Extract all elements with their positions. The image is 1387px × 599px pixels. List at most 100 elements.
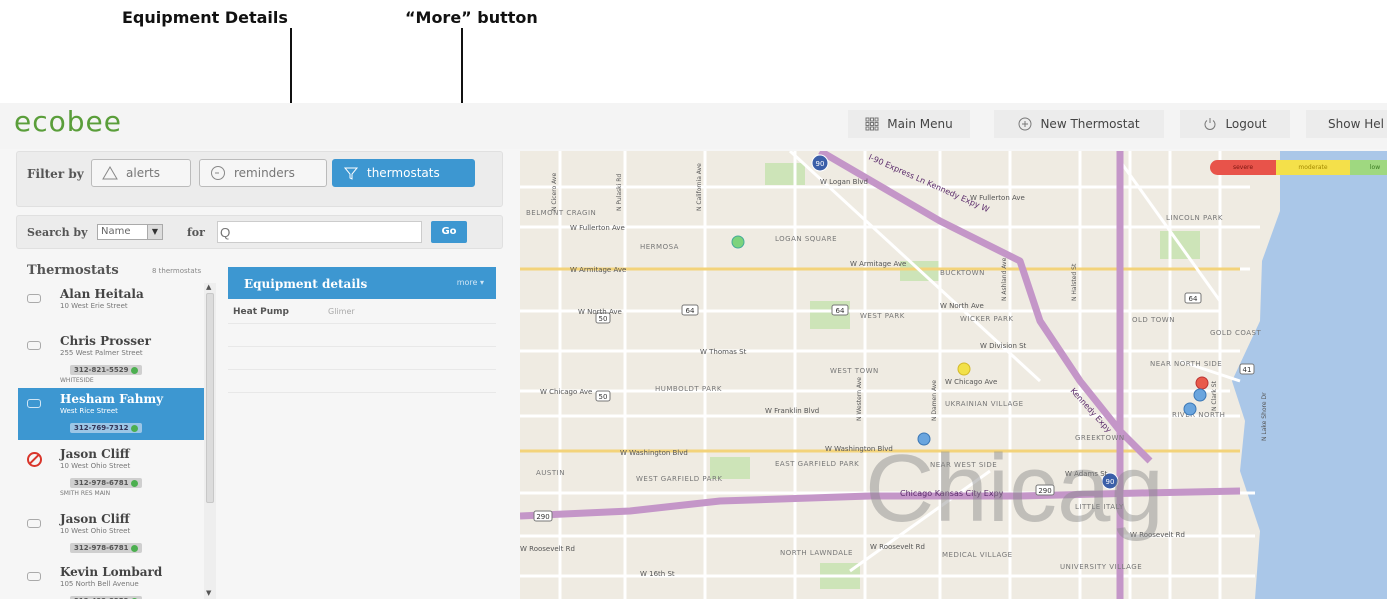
scrollbar-thumb[interactable] [206,293,214,503]
map-marker-green[interactable] [731,235,745,249]
search-for-label: for [187,226,205,239]
svg-text:W Fullerton Ave: W Fullerton Ave [570,224,625,232]
thermostat-address: 10 West Erie Street [60,302,128,310]
lake-michigan [1232,151,1387,599]
svg-text:WEST GARFIELD PARK: WEST GARFIELD PARK [636,475,722,483]
clock-icon [211,166,225,180]
svg-text:UKRAINIAN VILLAGE: UKRAINIAN VILLAGE [945,400,1024,408]
svg-text:I-90 Express Ln Kennedy Expy W: I-90 Express Ln Kennedy Expy W [867,153,990,215]
filter-panel: Filter by alerts reminders thermostats [16,151,503,207]
thermostat-list: Alan Heitala 10 West Erie Street Chris P… [18,283,204,599]
thermostat-name: Kevin Lombard [60,565,163,579]
equipment-details-title: Equipment details [244,277,368,291]
svg-text:W North Ave: W North Ave [578,308,622,316]
legend-severe: severe [1210,160,1276,175]
map-view[interactable]: 50 50 64 64 64 41 290 290 90 90 W Logan … [520,151,1387,599]
filter-alerts-button[interactable]: alerts [91,159,191,187]
severity-legend: severe moderate low [1210,160,1387,175]
online-status-icon [130,479,138,487]
show-help-button[interactable]: Show Hel [1306,110,1387,138]
svg-text:LOGAN SQUARE: LOGAN SQUARE [775,235,837,243]
thermostat-address: West Rice Street [60,407,118,415]
svg-text:W Division St: W Division St [980,342,1027,350]
filter-alerts-label: alerts [126,166,160,180]
go-button[interactable]: Go [431,221,467,243]
scroll-down-icon[interactable]: ▼ [206,589,211,597]
thermostat-item[interactable]: Alan Heitala 10 West Erie Street [18,283,204,329]
ecobee-app: ecobee Main Menu New Thermostat Logout S… [0,103,1387,599]
thermostat-icon [27,399,41,408]
thermostat-address: 105 North Bell Avenue [60,580,139,588]
scroll-up-icon[interactable]: ▲ [206,283,211,291]
map-marker-blue[interactable] [1193,388,1207,402]
svg-text:50: 50 [599,393,608,401]
map-canvas[interactable]: 50 50 64 64 64 41 290 290 90 90 W Logan … [520,151,1387,599]
svg-text:W Armitage Ave: W Armitage Ave [570,266,626,274]
thermostat-name: Jason Cliff [60,512,130,526]
annotation-equipment-details: Equipment Details [122,8,288,27]
thermostats-heading: Thermostats [27,263,119,278]
filter-reminders-button[interactable]: reminders [199,159,327,187]
logout-label: Logout [1225,117,1267,131]
thermostat-name: Jason Cliff [60,447,130,461]
svg-text:HUMBOLDT PARK: HUMBOLDT PARK [655,385,722,393]
equipment-row-empty [228,370,496,393]
equipment-row-empty [228,347,496,370]
map-marker-yellow[interactable] [957,362,971,376]
funnel-icon [343,167,359,180]
online-status-icon [130,366,138,374]
svg-text:BUCKTOWN: BUCKTOWN [940,269,985,277]
thermostat-item[interactable]: Chris Prosser 255 West Palmer Street 312… [18,330,204,388]
thermostat-item[interactable]: Jason Cliff 10 West Ohio Street 312-978-… [18,443,204,505]
svg-text:EAST GARFIELD PARK: EAST GARFIELD PARK [775,460,859,468]
new-thermostat-button[interactable]: New Thermostat [994,110,1164,138]
thermostat-item[interactable]: Kevin Lombard 105 North Bell Avenue 312-… [18,561,204,599]
svg-text:N California Ave: N California Ave [696,163,703,211]
svg-text:W Chicago Ave: W Chicago Ave [945,378,997,386]
thermostat-phone: 312-769-7312 [70,423,142,433]
search-by-label: Search by [27,226,88,239]
main-menu-button[interactable]: Main Menu [848,110,970,138]
search-field-select[interactable]: Name ▼ [97,224,163,240]
map-marker-red[interactable] [1195,376,1209,390]
svg-text:NORTH LAWNDALE: NORTH LAWNDALE [780,549,853,557]
svg-text:LINCOLN PARK: LINCOLN PARK [1166,214,1223,222]
search-input[interactable] [217,221,422,243]
thermostat-item-selected[interactable]: Hesham Fahmy West Rice Street 312-769-73… [18,388,204,440]
svg-text:OLD TOWN: OLD TOWN [1132,316,1175,324]
svg-text:GOLD COAST: GOLD COAST [1210,329,1261,337]
thermostat-phone: 312-978-6781 [70,543,142,553]
map-marker-blue[interactable] [1183,402,1197,416]
thermostat-name: Alan Heitala [60,287,144,301]
thermostat-list-scrollbar[interactable]: ▲ ▼ [204,283,216,599]
svg-text:W 16th St: W 16th St [640,570,675,578]
logout-button[interactable]: Logout [1180,110,1290,138]
svg-text:N Western Ave: N Western Ave [856,377,863,421]
svg-text:WEST PARK: WEST PARK [860,312,905,320]
search-field-value: Name [101,226,131,237]
map-marker-blue[interactable] [917,432,931,446]
ecobee-logo[interactable]: ecobee [14,105,122,138]
filter-thermostats-button[interactable]: thermostats [332,159,475,187]
thermostat-note: SMITH RES MAIN [60,490,111,497]
svg-text:NEAR NORTH SIDE: NEAR NORTH SIDE [1150,360,1222,368]
filter-reminders-label: reminders [234,166,295,180]
thermostats-count: 8 thermostats [152,267,202,275]
svg-text:UNIVERSITY VILLAGE: UNIVERSITY VILLAGE [1060,563,1142,571]
thermostat-address: 10 West Ohio Street [60,462,131,470]
thermostat-phone: 312-821-5529 [70,365,142,375]
svg-text:W Roosevelt Rd: W Roosevelt Rd [870,543,925,551]
thermostat-name: Hesham Fahmy [60,392,164,406]
main-menu-label: Main Menu [887,117,953,131]
more-button[interactable]: more ▾ [457,278,484,287]
svg-text:W Chicago Ave: W Chicago Ave [540,388,592,396]
svg-text:W Roosevelt Rd: W Roosevelt Rd [520,545,575,553]
show-help-label: Show Hel [1328,117,1384,131]
online-status-icon [130,544,138,552]
equipment-brand: Glimer [328,307,355,316]
thermostat-icon [27,294,41,303]
map-city-label: Chicag [865,435,1164,542]
thermostat-item[interactable]: Jason Cliff 10 West Ohio Street 312-978-… [18,508,204,560]
svg-text:N Cicero Ave: N Cicero Ave [551,173,558,211]
park-area [765,163,805,185]
